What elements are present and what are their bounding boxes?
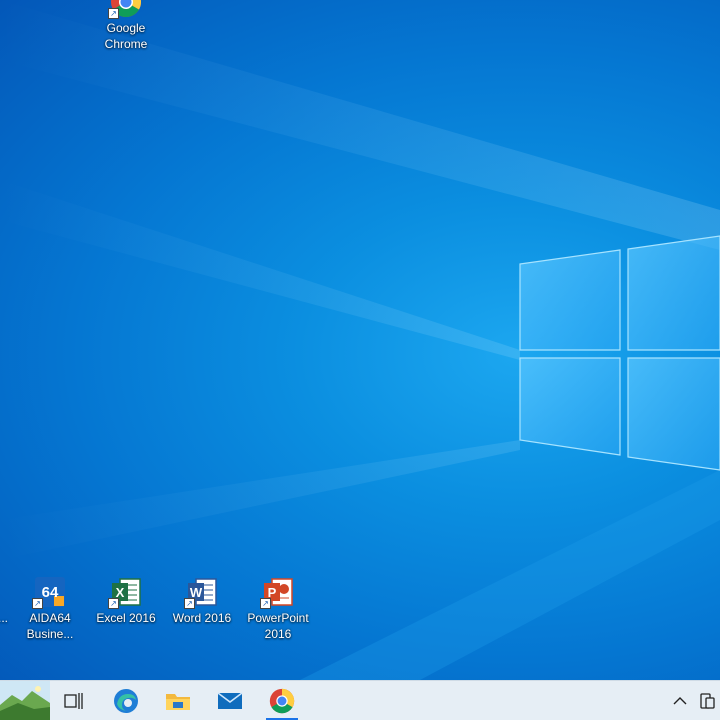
chrome-icon: ↗ (108, 0, 142, 19)
task-view-icon (64, 692, 83, 709)
svg-text:64: 64 (42, 584, 59, 601)
word-icon: W ↗ (184, 576, 218, 609)
desktop-icon-powerpoint[interactable]: P ↗ PowerPoint 2016 (240, 576, 316, 642)
show-hidden-icons-button[interactable] (664, 681, 696, 720)
desktop-icon-word[interactable]: W ↗ Word 2016 (164, 576, 240, 626)
excel-icon: X ↗ (108, 576, 142, 609)
desktop: ↗ Google Chrome ... 64 ↗ AIDA64 Busine..… (0, 0, 720, 680)
start-search-button[interactable] (0, 681, 50, 720)
shortcut-arrow-icon: ↗ (108, 8, 119, 19)
desktop-icon-excel[interactable]: X ↗ Excel 2016 (88, 576, 164, 626)
desktop-icon-google-chrome[interactable]: ↗ Google Chrome (88, 0, 164, 52)
mail-icon (217, 691, 243, 709)
chrome-taskbar-button[interactable] (258, 681, 306, 720)
edge-icon (114, 688, 138, 713)
shortcut-arrow-icon: ↗ (184, 598, 195, 609)
file-explorer-button[interactable] (154, 681, 202, 720)
taskbar (0, 680, 720, 720)
mail-button[interactable] (206, 681, 254, 720)
edge-button[interactable] (102, 681, 150, 720)
aida64-icon: 64 ↗ (32, 576, 66, 609)
chrome-icon (269, 688, 295, 713)
devices-icon (700, 692, 715, 709)
task-view-button[interactable] (50, 681, 98, 720)
desktop-icon-label: Google Chrome (104, 21, 148, 51)
landscape-thumbnail-icon (0, 681, 50, 720)
shortcut-arrow-icon: ↗ (260, 598, 271, 609)
devices-button[interactable] (696, 681, 720, 720)
powerpoint-icon: P ↗ (260, 576, 294, 609)
desktop-icon-label: AIDA64 Busine... (26, 611, 74, 641)
desktop-icon-label: PowerPoint 2016 (247, 611, 309, 641)
desktop-icon-label: Word 2016 (172, 611, 232, 625)
desktop-icon-label: Excel 2016 (96, 611, 156, 625)
shortcut-arrow-icon: ↗ (108, 598, 119, 609)
desktop-icon-aida64[interactable]: 64 ↗ AIDA64 Busine... (12, 576, 88, 642)
desktop-icon-label: ... (0, 611, 8, 625)
file-explorer-icon (166, 693, 190, 710)
chevron-up-icon (673, 696, 687, 704)
shortcut-arrow-icon: ↗ (32, 598, 43, 609)
desktop-icon-partial[interactable]: ... (0, 576, 8, 626)
